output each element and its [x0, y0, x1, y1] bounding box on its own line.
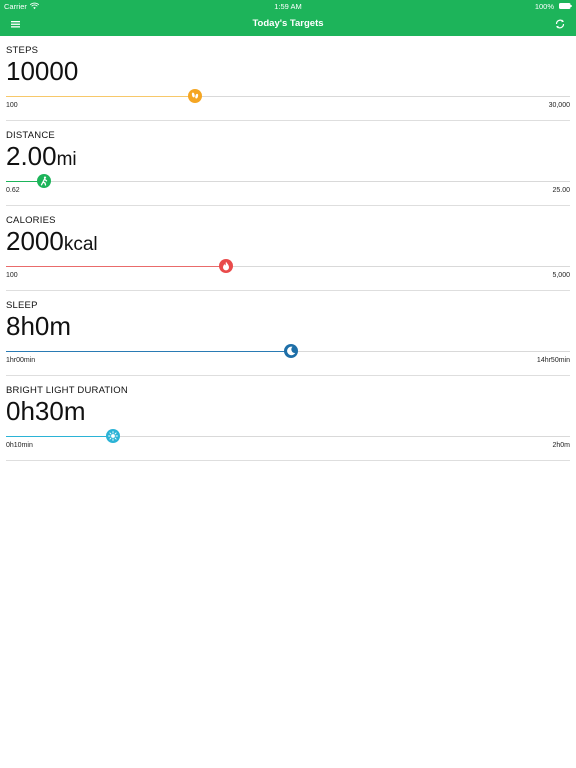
target-value: 10000 [6, 56, 78, 90]
slider-min-label: 0.62 [6, 187, 20, 194]
slider-thumb[interactable] [106, 429, 121, 443]
slider-min-label: 100 [6, 272, 18, 279]
sync-icon [555, 19, 565, 29]
target-value: 0h30m [6, 396, 86, 430]
battery-icon [559, 3, 572, 9]
slider-thumb[interactable] [37, 174, 52, 188]
target-value: 8h0m [6, 311, 71, 345]
slider-thumb[interactable] [218, 259, 233, 273]
flame-icon [222, 261, 229, 271]
target-slider[interactable] [6, 429, 570, 443]
slider-min-label: 0h10min [6, 442, 33, 449]
target-slider[interactable] [6, 174, 570, 188]
sync-button[interactable] [550, 15, 570, 33]
status-time: 1:59 AM [274, 2, 302, 11]
target-label: DISTANCE [6, 130, 55, 141]
target-calories: CALORIES 2000kcal 100 5,000 [6, 206, 570, 291]
page-title: Today's Targets [252, 18, 324, 29]
slider-fill [6, 266, 226, 267]
target-value-number: 2000 [6, 226, 64, 256]
target-slider[interactable] [6, 259, 570, 273]
target-value-number: 10000 [6, 56, 79, 86]
target-bright-light-duration: BRIGHT LIGHT DURATION 0h30m 0h10min 2h0m [6, 376, 570, 461]
slider-max-label: 2h0m [552, 442, 570, 449]
slider-thumb[interactable] [283, 344, 298, 358]
battery-percent: 100% [534, 2, 554, 11]
target-unit: mi [56, 149, 77, 170]
target-list: STEPS 10000 100 30,000 DISTANCE 2.00mi 0… [0, 36, 576, 461]
target-steps: STEPS 10000 100 30,000 [6, 36, 570, 121]
slider-thumb[interactable] [187, 89, 202, 103]
target-value-number: 0h30m [6, 396, 86, 426]
slider-max-label: 5,000 [552, 272, 570, 279]
sun-icon [108, 431, 119, 441]
status-bar: Carrier 1:59 AM 100% [0, 0, 576, 13]
slider-max-label: 30,000 [548, 102, 570, 109]
target-slider[interactable] [6, 89, 570, 103]
target-label: BRIGHT LIGHT DURATION [6, 385, 128, 396]
target-distance: DISTANCE 2.00mi 0.62 25.00 [6, 121, 570, 206]
target-value-number: 8h0m [6, 311, 72, 341]
nav-bar: Today's Targets [0, 13, 576, 36]
target-label: CALORIES [6, 215, 56, 226]
slider-fill [6, 351, 291, 352]
target-unit: kcal [63, 234, 98, 255]
target-sleep: SLEEP 8h0m 1hr00min 14hr50min [6, 291, 570, 376]
slider-fill [6, 436, 114, 437]
footsteps-icon [191, 92, 199, 99]
slider-min-label: 100 [6, 102, 18, 109]
walker-icon [41, 176, 48, 186]
target-slider[interactable] [6, 344, 570, 358]
target-value: 2.00mi [6, 141, 77, 175]
slider-max-label: 25.00 [552, 187, 570, 194]
slider-min-label: 1hr00min [6, 357, 36, 364]
slider-fill [6, 96, 195, 97]
target-value-number: 2.00 [6, 141, 57, 171]
target-label: SLEEP [6, 300, 38, 311]
target-value: 2000kcal [6, 226, 98, 260]
moon-icon [286, 346, 296, 356]
slider-max-label: 14hr50min [536, 357, 570, 364]
target-label: STEPS [6, 45, 39, 56]
